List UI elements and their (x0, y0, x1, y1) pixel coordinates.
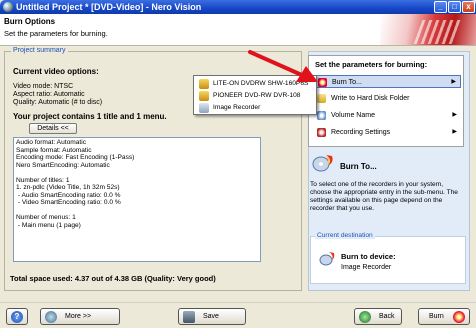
bottom-bar: ? More >> Save Back Burn (0, 302, 476, 328)
save-button[interactable]: Save (178, 308, 246, 325)
details-line (16, 207, 258, 215)
page-header: Burn Options Set the parameters for burn… (0, 14, 476, 46)
project-contains-text: Your project contains 1 title and 1 menu… (13, 112, 167, 121)
aspect-ratio-text: Aspect ratio: Automatic (13, 91, 85, 98)
page-title: Burn Options (4, 17, 56, 26)
details-line: Sample format: Automatic (16, 146, 92, 154)
burn-parameters-menu: Set the parameters for burning: Burn To.… (308, 55, 464, 147)
more-button-label: More >> (65, 313, 92, 320)
settings-icon (317, 128, 326, 137)
details-line: 1. zn-pdlc (Video Title, 1h 32m 52s) (16, 184, 120, 191)
submenu-arrow-icon: ▶ (452, 129, 457, 135)
title-bar: Untitled Project * [DVD-Video] - Nero Vi… (0, 0, 476, 14)
folder-icon (317, 94, 326, 103)
details-line: Nero SmartEncoding: Automatic (16, 161, 110, 169)
save-button-label[interactable]: Save (203, 309, 219, 324)
details-line: - Main menu (1 page) (16, 221, 81, 229)
burn-button-label: Burn (429, 313, 444, 320)
burn-to-description: To select one of the recorders in your s… (310, 181, 458, 212)
volume-icon (317, 111, 326, 120)
burn-flame-icon (453, 311, 465, 323)
save-icon (183, 311, 195, 323)
menu-item-label: Volume Name (331, 112, 375, 119)
window-title: Untitled Project * [DVD-Video] - Nero Vi… (16, 2, 202, 12)
more-button[interactable]: More >> (40, 308, 120, 325)
total-space-used: Total space used: 4.37 out of 4.38 GB (Q… (10, 274, 216, 283)
nero-app-icon (3, 2, 13, 12)
submenu-arrow-icon: ▶ (452, 112, 457, 118)
menu-item-burn-to[interactable]: Burn To... ▶ (313, 75, 461, 88)
burn-to-icon (312, 155, 333, 172)
details-list[interactable]: Audio format: Automatic Sample format: A… (13, 137, 261, 262)
minimize-button[interactable]: _ (434, 1, 447, 13)
submenu-item-label: Image Recorder (213, 104, 261, 111)
submenu-item-label: PIONEER DVD-RW DVR-108 (213, 92, 301, 99)
current-destination-legend: Current destination (315, 232, 375, 239)
details-line: Number of titles: 1 (16, 176, 70, 184)
submenu-item-image-recorder[interactable]: Image Recorder (196, 102, 314, 114)
back-button[interactable]: Back (354, 308, 402, 325)
maximize-button[interactable]: □ (448, 1, 461, 13)
menu-item-label: Burn To... (332, 79, 362, 86)
burn-to-heading: Burn To... (340, 162, 377, 171)
video-mode-text: Video mode: NTSC (13, 83, 74, 90)
header-decoration (380, 14, 476, 45)
page-subtitle: Set the parameters for burning. (4, 29, 108, 38)
submenu-arrow-icon: ▶ (451, 79, 456, 85)
current-destination-value: Image Recorder (341, 264, 392, 271)
quality-text: Quality: Automatic (# to disc) (13, 99, 103, 106)
back-arrow-icon (359, 311, 371, 323)
details-line: - Video SmartEncoding ratio: 0.0 % (16, 199, 121, 206)
help-button[interactable]: ? (6, 308, 28, 325)
burn-button[interactable]: Burn (418, 308, 470, 325)
more-icon (45, 311, 57, 323)
menu-item-volume-name[interactable]: Volume Name ▶ (313, 109, 461, 122)
help-icon: ? (11, 311, 23, 323)
project-summary-legend: Project summary (11, 47, 68, 54)
menu-item-label: Write to Hard Disk Folder (331, 95, 410, 102)
drive-icon (199, 79, 209, 89)
submenu-item-pioneer[interactable]: PIONEER DVD-RW DVR-108 (196, 90, 314, 102)
red-pointer-arrow-icon (248, 50, 318, 82)
details-button[interactable]: Details << (29, 123, 77, 134)
current-destination-box: Current destination Burn to device: Imag… (310, 232, 466, 284)
details-line: Encoding mode: Fast Encoding (1-Pass) (16, 154, 135, 161)
menu-item-label: Recording Settings (331, 129, 391, 136)
back-button-label: Back (379, 313, 395, 320)
image-recorder-icon (199, 103, 209, 113)
details-line: Audio format: Automatic (16, 139, 87, 146)
params-menu-title: Set the parameters for burning: (315, 60, 428, 69)
burn-device-icon (319, 252, 335, 266)
burn-to-device-label: Burn to device: (341, 252, 396, 261)
close-button[interactable]: x (462, 1, 475, 13)
menu-item-recording-settings[interactable]: Recording Settings ▶ (313, 126, 461, 139)
details-line: - Audio SmartEncoding ratio: 0.0 % (16, 191, 121, 199)
drive-icon (199, 91, 209, 101)
details-line: Number of menus: 1 (16, 214, 76, 221)
details-line (16, 169, 258, 177)
menu-item-write-to-hard-disk-folder[interactable]: Write to Hard Disk Folder (313, 92, 461, 105)
current-video-options-heading: Current video options: (13, 67, 99, 76)
